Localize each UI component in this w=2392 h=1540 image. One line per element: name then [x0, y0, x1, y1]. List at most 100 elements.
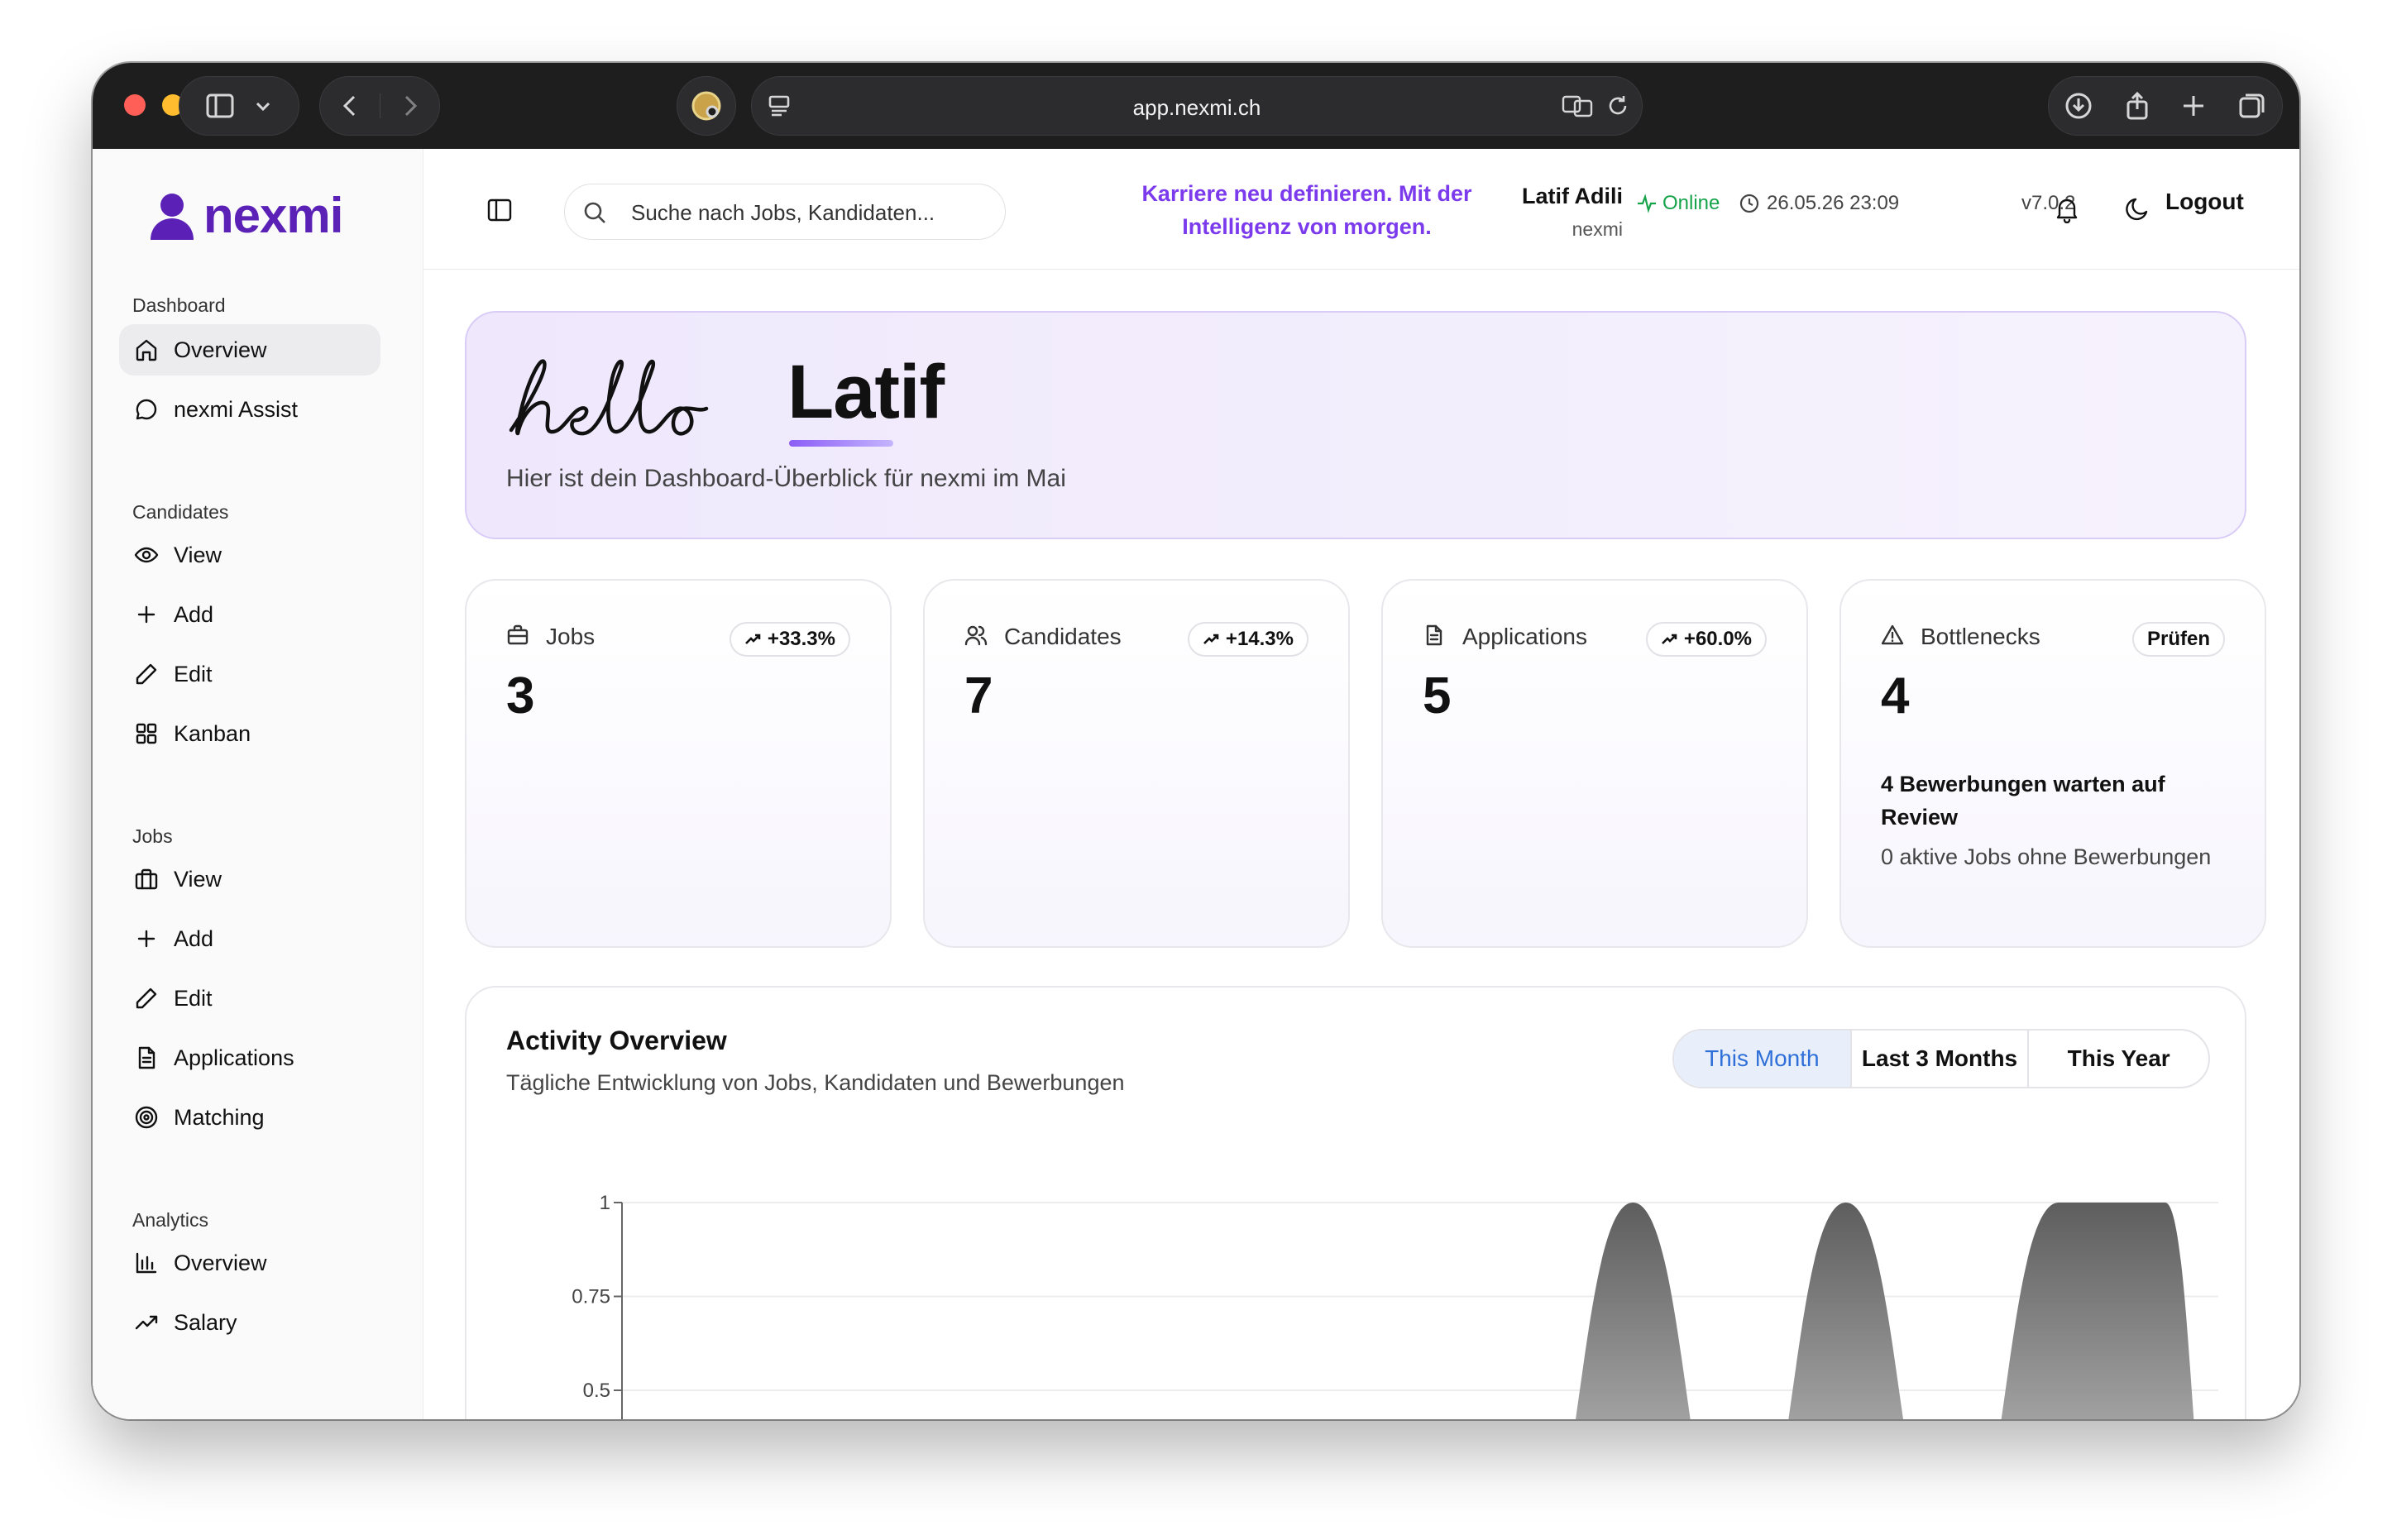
logout-button[interactable]: Logout	[2165, 189, 2244, 215]
sidebar: nexmi Dashboard Overview nexmi Assist Ca…	[93, 149, 423, 1419]
reload-icon[interactable]	[1604, 92, 1632, 120]
app-root: nexmi Dashboard Overview nexmi Assist Ca…	[93, 149, 2299, 1419]
sidebar-item-label: Edit	[174, 985, 213, 1011]
browser-titlebar: app.nexmi.ch	[93, 63, 2299, 149]
sidebar-item-analytics-salary[interactable]: Salary	[119, 1297, 380, 1348]
sidebar-item-candidates-view[interactable]: View	[119, 529, 380, 581]
search-box[interactable]	[564, 184, 1006, 240]
new-tab-icon[interactable]	[2180, 93, 2207, 119]
pencil-icon	[136, 988, 157, 1009]
section-title-jobs: Jobs	[132, 825, 173, 847]
y-tick-label: 0.5	[583, 1380, 610, 1402]
activity-chart: 1 0.75 0.5	[572, 1192, 2218, 1419]
theme-toggle-button[interactable]	[2124, 195, 2152, 227]
stat-value: 3	[506, 667, 535, 725]
stat-label: Applications	[1462, 624, 1587, 649]
back-icon[interactable]	[340, 93, 360, 118]
sidebar-item-jobs-add[interactable]: Add	[119, 913, 380, 964]
clock-icon	[1739, 194, 1759, 213]
document-icon	[1426, 624, 1442, 646]
search-input[interactable]	[631, 196, 978, 229]
sidebar-item-label: Add	[174, 601, 214, 627]
target-icon	[135, 1106, 158, 1129]
activity-icon	[1638, 194, 1656, 213]
trending-up-icon	[1203, 634, 1219, 644]
stat-value: 5	[1423, 667, 1452, 725]
sidebar-item-label: View	[174, 542, 222, 567]
close-window-button[interactable]	[124, 94, 146, 116]
chevron-down-icon	[256, 102, 270, 112]
home-icon	[136, 339, 157, 361]
trending-up-icon	[1662, 634, 1677, 644]
trend-badge: +33.3%	[729, 622, 850, 657]
sidebar-item-label: Edit	[174, 661, 213, 686]
sidebar-item-candidates-add[interactable]: Add	[119, 589, 380, 640]
url-text: app.nexmi.ch	[1132, 95, 1261, 120]
sidebar-item-jobs-applications[interactable]: Applications	[119, 1032, 380, 1083]
sidebar-toggle-button[interactable]	[179, 76, 299, 136]
address-bar[interactable]: app.nexmi.ch	[751, 76, 1643, 136]
hero-subtitle: Hier ist dein Dashboard-Überblick für ne…	[506, 465, 1066, 492]
name-underline	[789, 440, 893, 447]
notifications-button[interactable]	[2053, 195, 2081, 227]
browser-window: app.nexmi.ch nexmi Dashboard Overview ne…	[93, 63, 2299, 1419]
trend-badge: +60.0%	[1645, 622, 1767, 657]
forward-icon[interactable]	[400, 93, 420, 118]
trend-badge: +14.3%	[1187, 622, 1308, 657]
warning-icon	[1881, 624, 1904, 645]
panel-left-icon	[487, 198, 512, 222]
briefcase-icon	[507, 624, 529, 645]
header-slogan: Karriere neu definieren. Mit der Intelli…	[1141, 181, 1472, 239]
users-icon	[964, 625, 988, 646]
stat-card-candidates[interactable]: Candidates +14.3% 7	[923, 579, 1350, 948]
sidebar-item-label: Applications	[174, 1045, 294, 1070]
toggle-sidebar-button[interactable]	[486, 197, 513, 227]
stat-label: Bottlenecks	[1921, 624, 2040, 649]
nexmi-logo[interactable]: nexmi	[149, 187, 343, 244]
share-icon[interactable]	[2124, 91, 2150, 121]
plus-icon	[137, 930, 155, 948]
sidebar-item-jobs-matching[interactable]: Matching	[119, 1092, 380, 1143]
trending-up-icon	[135, 1315, 158, 1330]
y-tick-label: 0.75	[572, 1286, 610, 1308]
status-text: Online	[1662, 192, 1720, 214]
stat-card-bottlenecks[interactable]: Bottlenecks Prüfen 4 4 Bewerbungen warte…	[1839, 579, 2266, 948]
section-title-analytics: Analytics	[132, 1209, 209, 1231]
tab-overview-icon[interactable]	[2237, 91, 2267, 121]
extension-icon	[691, 91, 721, 121]
sidebar-item-candidates-edit[interactable]: Edit	[119, 648, 380, 700]
sidebar-item-analytics-overview[interactable]: Overview	[119, 1237, 380, 1289]
y-tick-label: 1	[600, 1192, 610, 1214]
sidebar-item-label: Overview	[174, 1250, 267, 1275]
download-icon[interactable]	[2064, 91, 2093, 121]
sidebar-item-dashboard-overview[interactable]: Overview	[119, 324, 380, 375]
eye-icon	[134, 547, 159, 563]
sidebar-item-jobs-view[interactable]: View	[119, 854, 380, 905]
stat-card-jobs[interactable]: Jobs +33.3% 3	[465, 579, 892, 948]
sidebar-item-label: Add	[174, 925, 214, 951]
user-organization: nexmi	[1572, 218, 1623, 240]
stat-value: 7	[964, 667, 993, 725]
extension-button[interactable]	[677, 76, 736, 136]
sidebar-item-jobs-edit[interactable]: Edit	[119, 973, 380, 1024]
bar-chart-icon	[136, 1252, 157, 1274]
activity-area-series-2[interactable]	[622, 1203, 2218, 1419]
activity-overview-panel: Activity Overview Tägliche Entwicklung v…	[465, 986, 2246, 1419]
pencil-icon	[136, 663, 157, 685]
chat-bubble-icon	[136, 399, 157, 420]
sidebar-item-label: Salary	[174, 1309, 237, 1335]
activity-area-series-1[interactable]	[622, 1203, 2218, 1419]
hello-handwriting	[509, 359, 709, 436]
stat-value: 4	[1881, 667, 1910, 725]
user-name[interactable]: Latif Adili	[1507, 184, 1623, 209]
translate-icon[interactable]	[1561, 92, 1595, 120]
stat-card-applications[interactable]: Applications +60.0% 5	[1381, 579, 1808, 948]
plus-icon	[137, 605, 155, 624]
activity-area-series-3[interactable]	[622, 1203, 2218, 1419]
sidebar-icon	[206, 93, 234, 118]
review-button[interactable]: Prüfen	[2131, 622, 2225, 657]
sidebar-item-nexmi-assist[interactable]: nexmi Assist	[119, 384, 380, 435]
sidebar-item-candidates-kanban[interactable]: Kanban	[119, 708, 380, 759]
bottleneck-secondary-note: 0 aktive Jobs ohne Bewerbungen	[1881, 844, 2212, 869]
bell-icon	[2056, 198, 2078, 224]
